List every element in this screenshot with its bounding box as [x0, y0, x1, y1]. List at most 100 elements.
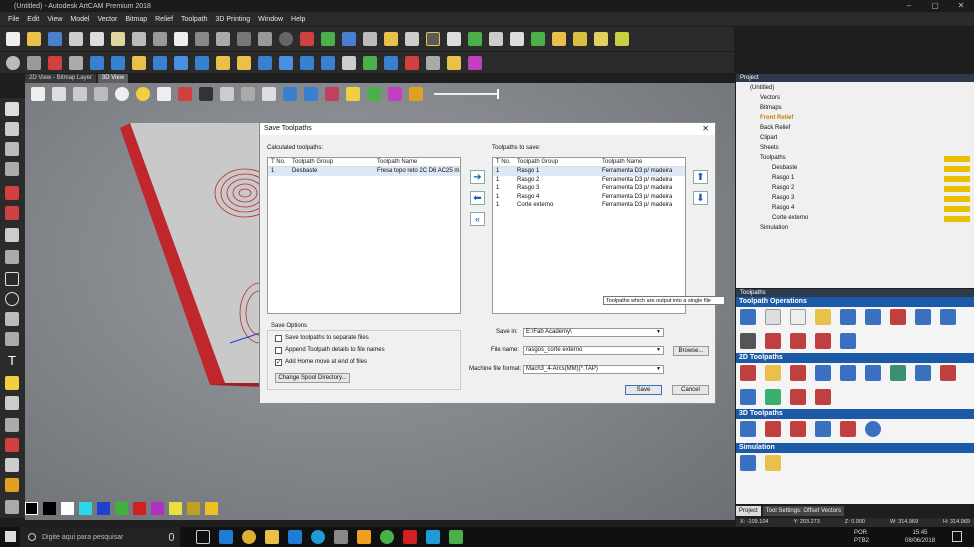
select-arrow-icon[interactable] [5, 102, 19, 116]
toolpath-op-icon[interactable] [865, 309, 881, 325]
append-details-checkbox[interactable] [275, 347, 282, 354]
separate-files-checkbox[interactable] [275, 335, 282, 342]
rectangle-icon[interactable] [5, 272, 19, 286]
close-window-button[interactable]: ✕ [948, 0, 974, 12]
cut-icon[interactable] [69, 32, 83, 46]
node-edit-icon[interactable] [5, 122, 19, 136]
vector-tool-icon[interactable] [531, 32, 545, 46]
undo-icon[interactable] [132, 32, 146, 46]
polygon-icon[interactable] [5, 312, 19, 326]
vector-tool-icon[interactable] [573, 32, 587, 46]
3d-toolpath-icon[interactable] [815, 421, 831, 437]
toolpath-op-icon[interactable] [815, 333, 831, 349]
view-cube-icon[interactable] [52, 87, 66, 101]
2d-toolpath-icon[interactable] [765, 365, 781, 381]
grid-icon[interactable] [5, 162, 19, 176]
cancel-button[interactable]: Cancel [672, 385, 709, 395]
relief-tool-icon[interactable] [195, 55, 209, 70]
microphone-icon[interactable] [169, 533, 174, 541]
view-tool-icon[interactable] [325, 87, 339, 101]
save-in-select[interactable]: E:\Fab Academy\ ▼ [523, 328, 664, 337]
store-icon[interactable] [288, 530, 302, 544]
list-item[interactable]: 1 Rasgo 2 Ferramenta D3 p/ madeira [493, 176, 685, 185]
view-cube-icon[interactable] [31, 87, 45, 101]
chrome-icon[interactable] [242, 530, 256, 544]
relief-tool-icon[interactable] [216, 55, 230, 70]
paste-icon[interactable] [111, 32, 125, 46]
toolpath-op-icon[interactable] [815, 309, 831, 325]
menu-toolpath[interactable]: Toolpath [181, 16, 207, 23]
swatch-red[interactable] [133, 501, 146, 515]
tab-3d-view[interactable]: 3D View [97, 74, 129, 83]
toolpath-op-icon[interactable] [890, 309, 906, 325]
arc-icon[interactable] [5, 332, 19, 346]
notifications-icon[interactable] [952, 531, 962, 542]
app-icon[interactable] [311, 530, 325, 544]
list-item[interactable]: 1 Desbaste Fresa topo reto 2C D6 AC25 m.… [268, 167, 460, 176]
vector-tool-icon[interactable] [405, 32, 419, 46]
brush-icon[interactable] [5, 478, 19, 492]
toolpath-op-icon[interactable] [790, 309, 806, 325]
circle-icon[interactable] [5, 292, 19, 306]
relief-tool-icon[interactable] [69, 55, 83, 70]
view-cube-icon[interactable] [73, 87, 87, 101]
brush-icon[interactable] [5, 396, 19, 410]
vector-tool-icon[interactable] [237, 32, 251, 46]
2d-toolpath-icon[interactable] [740, 389, 756, 405]
relief-tool-icon[interactable] [258, 55, 272, 70]
transform-icon[interactable] [5, 142, 19, 156]
swatch-black-primary[interactable] [25, 501, 38, 515]
toolpaths-to-save-list[interactable]: T No. Toolpath Group Toolpath Name 1 Ras… [492, 157, 686, 314]
menu-bitmap[interactable]: Bitmap [125, 16, 147, 23]
tree-rasgo-2[interactable]: Rasgo 2 [772, 185, 794, 191]
minimize-button[interactable]: – [896, 0, 922, 12]
swatch-olive[interactable] [187, 501, 200, 515]
tree-rasgo-3[interactable]: Rasgo 3 [772, 195, 794, 201]
machine-format-select[interactable]: Mach3_4-Arcs(MM)(*.TAP) ▼ [523, 365, 664, 374]
relief-tool-icon[interactable] [384, 55, 398, 70]
swatch-green[interactable] [115, 501, 128, 515]
relief-tool-icon[interactable] [426, 55, 440, 70]
tree-sheets[interactable]: Sheets [760, 145, 779, 151]
file-explorer-icon[interactable] [265, 530, 279, 544]
view-cube-icon[interactable] [94, 87, 108, 101]
pencil-icon[interactable] [5, 418, 19, 432]
task-view-icon[interactable] [196, 530, 210, 544]
app-icon[interactable] [426, 530, 440, 544]
section-3d-toolpaths[interactable]: 3D Toolpaths [736, 409, 974, 419]
vector-tool-icon[interactable] [363, 32, 377, 46]
app-icon[interactable] [380, 530, 394, 544]
menu-model[interactable]: Model [70, 16, 89, 23]
swatch-blue[interactable] [97, 501, 110, 515]
2d-toolpath-icon[interactable] [840, 365, 856, 381]
text-toolpath-icon[interactable] [740, 365, 756, 381]
relief-tool-icon[interactable] [342, 55, 356, 70]
toolpath-op-icon[interactable] [840, 333, 856, 349]
vector-tool-icon[interactable] [447, 32, 461, 46]
redo-icon[interactable] [153, 32, 167, 46]
vector-tool-icon[interactable] [510, 32, 524, 46]
relief-tool-icon[interactable] [447, 55, 461, 70]
move-down-button[interactable]: ⬇ [693, 191, 708, 205]
app-icon[interactable] [334, 530, 348, 544]
simulate-icon[interactable] [740, 455, 756, 471]
section-2d-toolpaths[interactable]: 2D Toolpaths [736, 353, 974, 363]
change-spool-button[interactable]: Change Spool Directory... [275, 373, 350, 383]
toolpath-op-icon[interactable] [790, 333, 806, 349]
3d-toolpath-icon[interactable] [790, 421, 806, 437]
3d-toolpath-icon[interactable] [840, 421, 856, 437]
shading-slider[interactable] [434, 89, 499, 99]
browse-button[interactable]: Browse... [673, 346, 709, 356]
2d-toolpath-icon[interactable] [790, 365, 806, 381]
tree-rasgo-1[interactable]: Rasgo 1 [772, 175, 794, 181]
relief-tool-icon[interactable] [363, 55, 377, 70]
2d-toolpath-icon[interactable] [815, 365, 831, 381]
swatch-purple[interactable] [151, 501, 164, 515]
2d-toolpath-icon[interactable] [890, 365, 906, 381]
3d-toolpath-icon[interactable] [865, 421, 881, 437]
polyline-icon[interactable] [5, 250, 19, 264]
relief-tool-icon[interactable] [153, 55, 167, 70]
section-simulation[interactable]: Simulation [736, 443, 974, 453]
menu-help[interactable]: Help [291, 16, 305, 23]
remove-all-button[interactable]: « [470, 212, 485, 226]
